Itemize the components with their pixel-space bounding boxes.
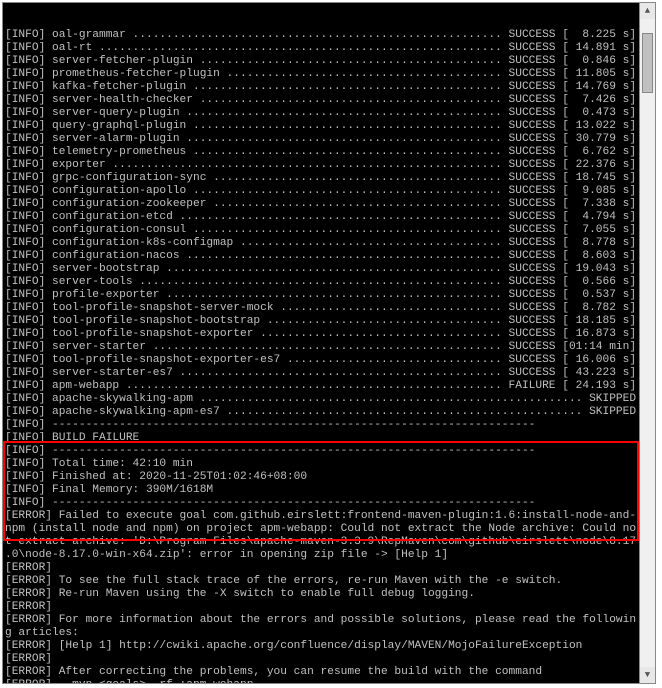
console-line: .0\node-8.17.0-win-x64.zip': error in op… (5, 549, 653, 562)
console-line: [INFO] telemetry-prometheus ............… (5, 146, 653, 159)
console-line: [INFO] configuration-etcd ..............… (5, 211, 653, 224)
console-line: [INFO] kafka-fetcher-plugin ............… (5, 81, 653, 94)
console-line: [INFO] server-bootstrap ................… (5, 263, 653, 276)
console-line: [ERROR] For more information about the e… (5, 614, 653, 627)
terminal-window: [INFO] oal-grammar .....................… (2, 2, 656, 684)
terminal-output: [INFO] oal-grammar .....................… (5, 29, 653, 684)
console-line: [INFO] ---------------------------------… (5, 445, 653, 458)
console-line: [INFO] exporter ........................… (5, 159, 653, 172)
console-line: t extract archive: 'D:\Program Files\apa… (5, 536, 653, 549)
scroll-down-button[interactable]: ▼ (640, 667, 655, 683)
console-line: [INFO] tool-profile-snapshot-server-mock… (5, 302, 653, 315)
console-line: [INFO] configuration-nacos .............… (5, 250, 653, 263)
console-line: [INFO] prometheus-fetcher-plugin .......… (5, 68, 653, 81)
console-line: [INFO] server-tools ....................… (5, 276, 653, 289)
console-line: [INFO] query-graphql-plugin ............… (5, 120, 653, 133)
console-line: [ERROR] mvn <goals> -rf :apm-webapp (5, 679, 653, 684)
console-line: [INFO] tool-profile-snapshot-exporter-es… (5, 354, 653, 367)
console-line: [INFO] ---------------------------------… (5, 419, 653, 432)
console-line: [INFO] oal-grammar .....................… (5, 29, 653, 42)
console-line: [INFO] tool-profile-snapshot-exporter ..… (5, 328, 653, 341)
console-line: [INFO] configuration-zookeeper .........… (5, 198, 653, 211)
console-line: [INFO] Finished at: 2020-11-25T01:02:46+… (5, 471, 653, 484)
console-line: [INFO] configuration-consul ............… (5, 224, 653, 237)
vertical-scrollbar[interactable]: ▲ ▼ (639, 3, 655, 683)
console-line: [ERROR] To see the full stack trace of t… (5, 575, 653, 588)
console-line: [INFO] server-fetcher-plugin ...........… (5, 55, 653, 68)
console-line: [INFO] apache-skywalking-apm-es7 .......… (5, 406, 653, 419)
console-line: [ERROR] (5, 653, 653, 666)
console-line: [INFO] profile-exporter ................… (5, 289, 653, 302)
console-line: [INFO] ---------------------------------… (5, 497, 653, 510)
console-line: [ERROR] Re-run Maven using the -X switch… (5, 588, 653, 601)
scroll-thumb[interactable] (642, 33, 653, 93)
console-line: [INFO] oal-rt ..........................… (5, 42, 653, 55)
console-line: [ERROR] (5, 562, 653, 575)
console-line: [INFO] tool-profile-snapshot-bootstrap .… (5, 315, 653, 328)
console-line: [INFO] configuration-apollo ............… (5, 185, 653, 198)
console-line: [INFO] apache-skywalking-apm ...........… (5, 393, 653, 406)
console-line: [INFO] apm-webapp ......................… (5, 380, 653, 393)
console-line: [INFO] server-query-plugin .............… (5, 107, 653, 120)
console-line: [INFO] server-starter-es7 ..............… (5, 367, 653, 380)
console-line: [INFO] server-alarm-plugin .............… (5, 133, 653, 146)
console-line: [INFO] grpc-configuration-sync .........… (5, 172, 653, 185)
console-line: [INFO] BUILD FAILURE (5, 432, 653, 445)
console-line: [ERROR] (5, 601, 653, 614)
console-line: [INFO] server-starter ..................… (5, 341, 653, 354)
console-line: [ERROR] After correcting the problems, y… (5, 666, 653, 679)
console-line: [INFO] configuration-k8s-configmap .....… (5, 237, 653, 250)
console-line: [INFO] server-health-checker ...........… (5, 94, 653, 107)
console-line: [ERROR] Failed to execute goal com.githu… (5, 510, 653, 523)
console-line: [ERROR] [Help 1] http://cwiki.apache.org… (5, 640, 653, 653)
scroll-up-button[interactable]: ▲ (640, 3, 655, 19)
console-line: g articles: (5, 627, 653, 640)
console-line: [INFO] Final Memory: 390M/1618M (5, 484, 653, 497)
console-line: npm (install node and npm) on project ap… (5, 523, 653, 536)
console-line: [INFO] Total time: 42:10 min (5, 458, 653, 471)
